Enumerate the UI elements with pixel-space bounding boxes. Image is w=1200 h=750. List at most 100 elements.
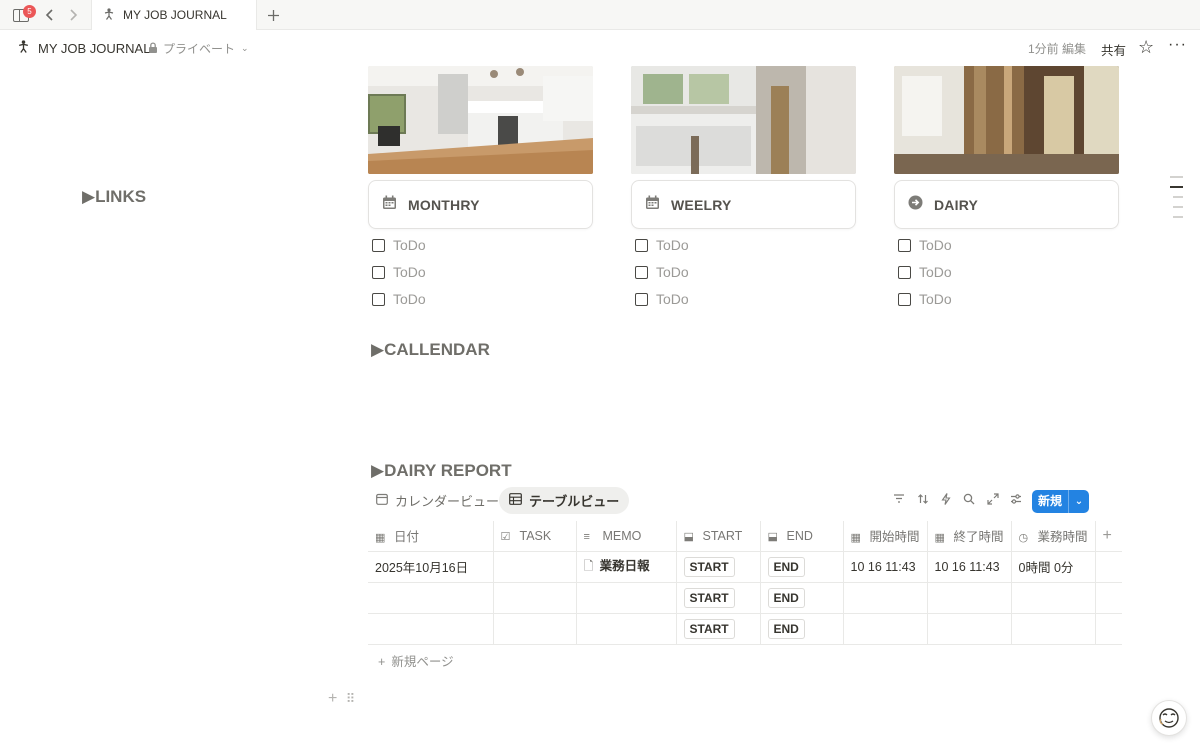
task-cell[interactable] xyxy=(492,551,576,583)
end-time-cell[interactable] xyxy=(926,613,1012,645)
chevron-down-icon[interactable]: ⌄ xyxy=(1069,496,1089,507)
begin-time-cell[interactable] xyxy=(842,582,928,614)
breadcrumb-page[interactable]: MY JOB JOURNAL xyxy=(18,40,150,56)
start-button[interactable]: START xyxy=(683,587,735,608)
new-record-button[interactable]: 新規 ⌄ xyxy=(1032,490,1089,513)
settings-sliders-icon[interactable] xyxy=(1010,493,1022,508)
calendar-icon: ▦ xyxy=(850,532,861,545)
column-header-task[interactable]: ☑ TASK xyxy=(492,521,576,552)
todo-item[interactable]: ToDo xyxy=(898,236,952,254)
outline-marker[interactable] xyxy=(1173,206,1183,208)
duration-cell[interactable]: 0時間 0分 xyxy=(1010,551,1096,583)
favorite-star-icon[interactable]: ☆ xyxy=(1138,37,1154,58)
end-button[interactable]: END xyxy=(767,556,805,577)
more-options-icon[interactable]: ··· xyxy=(1168,36,1187,54)
outline-marker[interactable] xyxy=(1173,196,1183,198)
new-page-button[interactable]: + 新規ページ xyxy=(378,651,454,670)
memo-cell[interactable] xyxy=(575,613,676,645)
add-block-button[interactable]: + ⠿ xyxy=(328,690,355,708)
table-row[interactable]: START END xyxy=(368,582,1123,614)
column-header-begin-time[interactable]: ▦ 開始時間 xyxy=(842,521,928,552)
back-button[interactable] xyxy=(42,5,58,25)
report-toggle-heading[interactable]: ▶DAIRY REPORT xyxy=(371,461,512,481)
column-label: 開始時間 xyxy=(869,530,920,545)
begin-time-cell[interactable] xyxy=(842,613,928,645)
todo-item[interactable]: ToDo xyxy=(898,290,952,308)
task-cell[interactable] xyxy=(492,613,576,645)
view-tab-calendar[interactable]: カレンダービュー xyxy=(366,487,509,514)
todo-item[interactable]: ToDo xyxy=(898,263,952,281)
privacy-dropdown[interactable]: プライベート ⌄ xyxy=(148,40,249,57)
daily-card[interactable]: DAIRY xyxy=(894,180,1119,229)
duration-cell[interactable] xyxy=(1010,613,1096,645)
checkbox[interactable] xyxy=(635,238,648,252)
table-row[interactable]: START END xyxy=(368,613,1123,645)
checkbox[interactable] xyxy=(372,292,385,306)
page-icon: 🗋 xyxy=(583,559,594,573)
weekly-card[interactable]: WEELRY xyxy=(631,180,856,229)
end-time-cell[interactable] xyxy=(926,582,1012,614)
report-table: ▦ 日付 ☑ TASK ≡ MEMO ⬓ START ⬓ END ▦ 開始時間 ▦ 終了時間 … xyxy=(368,521,1123,645)
checkbox[interactable] xyxy=(898,238,911,252)
links-toggle-heading[interactable]: ▶LINKS xyxy=(82,187,146,207)
checkbox[interactable] xyxy=(635,292,648,306)
column-header-memo[interactable]: ≡ MEMO xyxy=(575,521,676,552)
end-button[interactable]: END xyxy=(767,618,805,639)
end-time-cell[interactable]: 10 16 11:43 xyxy=(926,551,1012,583)
todo-item[interactable]: ToDo xyxy=(372,290,426,308)
column-header-date[interactable]: ▦ 日付 xyxy=(368,521,493,552)
checkbox[interactable] xyxy=(372,265,385,279)
todo-item[interactable]: ToDo xyxy=(372,263,426,281)
checkbox[interactable] xyxy=(898,292,911,306)
start-button[interactable]: START xyxy=(683,556,735,577)
new-tab-button[interactable] xyxy=(264,5,282,25)
sort-icon[interactable] xyxy=(917,493,929,508)
share-button[interactable]: 共有 xyxy=(1101,40,1126,59)
task-cell[interactable] xyxy=(492,582,576,614)
column-header-duration[interactable]: ◷ 業務時間 xyxy=(1010,521,1096,552)
text-icon: ≡ xyxy=(583,530,590,543)
checkbox[interactable] xyxy=(898,265,911,279)
search-icon[interactable] xyxy=(963,493,975,508)
duration-cell[interactable] xyxy=(1010,582,1096,614)
drag-handle-icon[interactable]: ⠿ xyxy=(346,691,356,706)
avatar[interactable] xyxy=(1151,700,1187,736)
column-header-end-time[interactable]: ▦ 終了時間 xyxy=(926,521,1012,552)
calendar-toggle-heading[interactable]: ▶CALLENDAR xyxy=(371,340,490,360)
column-label: 業務時間 xyxy=(1037,530,1088,545)
expand-icon[interactable] xyxy=(987,493,999,508)
date-cell[interactable] xyxy=(368,582,493,614)
column-header-end[interactable]: ⬓ END xyxy=(759,521,843,552)
monthly-card[interactable]: MONTHRY xyxy=(368,180,593,229)
memo-cell[interactable] xyxy=(575,582,676,614)
todo-item[interactable]: ToDo xyxy=(635,290,689,308)
todo-text: ToDo xyxy=(393,291,426,307)
outline-marker[interactable] xyxy=(1170,176,1183,178)
forward-button[interactable] xyxy=(65,5,81,25)
date-cell[interactable] xyxy=(368,613,493,645)
checkbox[interactable] xyxy=(635,265,648,279)
view-tab-table[interactable]: テーブルビュー xyxy=(499,487,630,514)
end-button[interactable]: END xyxy=(767,587,805,608)
filter-icon[interactable] xyxy=(893,493,905,507)
date-cell[interactable]: 2025年10月16日 xyxy=(368,551,493,583)
start-button[interactable]: START xyxy=(683,618,735,639)
new-page-label: 新規ページ xyxy=(391,655,454,669)
todo-item[interactable]: ToDo xyxy=(635,263,689,281)
todo-item[interactable]: ToDo xyxy=(635,236,689,254)
begin-time-cell[interactable]: 10 16 11:43 xyxy=(842,551,928,583)
column-header-start[interactable]: ⬓ START xyxy=(675,521,760,552)
automation-icon[interactable] xyxy=(941,493,951,508)
column-label: START xyxy=(702,528,743,543)
memo-cell[interactable]: 🗋 業務日報 xyxy=(575,551,676,583)
tab-my-job-journal[interactable]: MY JOB JOURNAL xyxy=(91,0,257,30)
add-column-button[interactable]: + xyxy=(1094,521,1123,552)
checkbox[interactable] xyxy=(372,238,385,252)
outline-marker[interactable] xyxy=(1170,186,1183,188)
todo-text: ToDo xyxy=(656,264,689,280)
column-label: MEMO xyxy=(602,528,642,543)
table-row[interactable]: 2025年10月16日 🗋 業務日報 START END 10 16 11:43 … xyxy=(368,551,1123,583)
privacy-label: プライベート xyxy=(163,42,236,56)
todo-item[interactable]: ToDo xyxy=(372,236,426,254)
outline-marker[interactable] xyxy=(1173,216,1183,218)
